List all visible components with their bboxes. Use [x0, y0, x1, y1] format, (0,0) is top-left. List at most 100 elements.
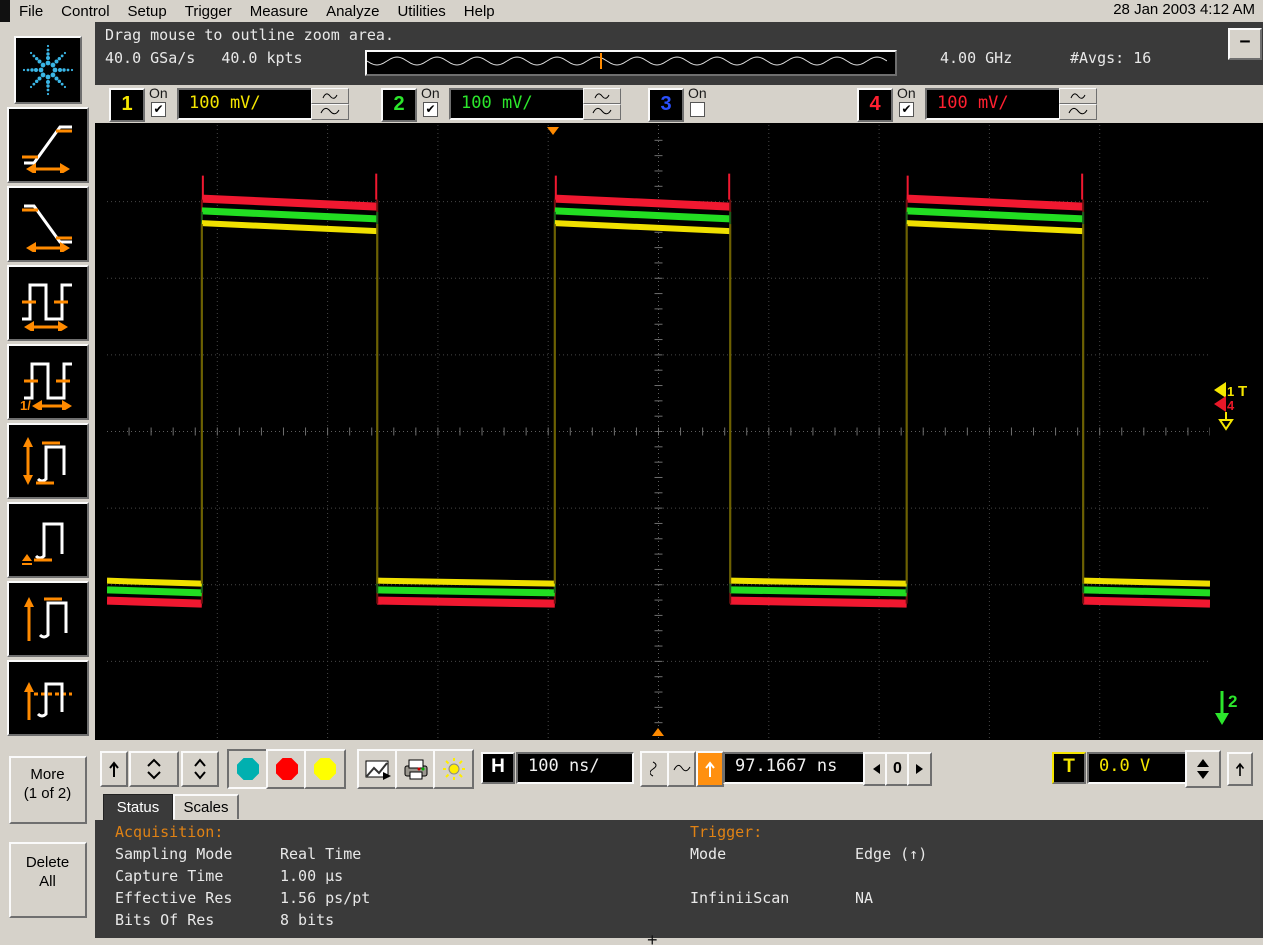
menu-setup[interactable]: Setup [119, 3, 176, 20]
sine-small-icon [1070, 91, 1086, 101]
more-button-line1: More [11, 766, 85, 785]
scale-spinner-large[interactable] [129, 751, 179, 787]
acq-row-label: Sampling Mode [115, 845, 280, 867]
channel-4-button[interactable]: 4 [857, 88, 893, 122]
status-bar: Drag mouse to outline zoom area. 40.0 GS… [95, 22, 1263, 85]
marker-up-button[interactable] [100, 751, 128, 787]
menu-file[interactable]: File [10, 3, 52, 20]
tab-status[interactable]: Status [103, 794, 173, 821]
channel-3-on-label: On [688, 85, 707, 101]
channel-2-button[interactable]: 2 [381, 88, 417, 122]
horizontal-menu-button[interactable]: H [481, 752, 515, 784]
sine-small-icon [322, 91, 338, 101]
trigger-level-spinner[interactable] [1185, 750, 1221, 788]
content-area: Drag mouse to outline zoom area. 40.0 GS… [95, 22, 1263, 945]
display-zone: 1 4 T 2 [95, 123, 1263, 740]
waveform-grid[interactable] [107, 125, 1210, 738]
trigger-row-label: InfiniiScan [690, 889, 855, 911]
delete-all-button[interactable]: Delete All [9, 842, 87, 918]
more-measurements-button[interactable]: More (1 of 2) [9, 756, 87, 824]
marker-color-red-button[interactable] [266, 749, 308, 789]
menu-analyze[interactable]: Analyze [317, 3, 388, 20]
v-max-icon [20, 591, 76, 647]
acq-row-label: Bits Of Res [115, 911, 280, 933]
channel-4-scale[interactable]: 100 mV/ [925, 88, 1065, 120]
channel-2-coupling-ac-button[interactable] [583, 88, 621, 104]
v-average-icon [20, 670, 76, 726]
menu-trigger[interactable]: Trigger [176, 3, 241, 20]
tab-scales[interactable]: Scales [173, 794, 239, 819]
svg-text:1/: 1/ [20, 398, 31, 410]
menu-utilities[interactable]: Utilities [388, 3, 454, 20]
minimize-button[interactable]: − [1228, 28, 1262, 60]
channel-1-coupling-ac-button[interactable] [311, 88, 349, 104]
trigger-reference-button[interactable] [696, 751, 724, 787]
measure-amplitude-button[interactable] [7, 423, 89, 499]
trigger-slope-button[interactable] [1227, 752, 1253, 786]
brightness-button[interactable] [433, 749, 474, 789]
measure-rise-time-button[interactable] [7, 107, 89, 183]
measure-vmax-button[interactable] [7, 581, 89, 657]
timebase-readout[interactable]: 100 ns/ [516, 752, 634, 784]
channel-2-offset-marker[interactable]: 2 [1213, 685, 1243, 735]
measure-vmin-button[interactable] [7, 502, 89, 578]
sine-wide-icon [1068, 107, 1088, 117]
scale-spinner-small[interactable] [181, 751, 219, 787]
period-icon [20, 275, 76, 331]
acquisition-preview-bar[interactable] [365, 50, 897, 76]
app-logo-button[interactable] [14, 36, 82, 104]
trigger-level-readout[interactable]: 0.0 V [1087, 752, 1187, 784]
trigger-row-value: Edge (↑) [855, 845, 927, 867]
menu-bar: File Control Setup Trigger Measure Analy… [0, 0, 1263, 23]
trigger-level-marker[interactable]: 1 4 T [1212, 378, 1256, 434]
horizontal-sine-button[interactable] [667, 751, 696, 787]
measure-fall-time-button[interactable] [7, 186, 89, 262]
channel-2-on-checkbox[interactable] [423, 102, 438, 117]
channel-1-coupling-dc-button[interactable] [311, 104, 349, 120]
menu-help[interactable]: Help [455, 3, 504, 20]
svg-text:1: 1 [1227, 384, 1234, 399]
channel-3-button[interactable]: 3 [648, 88, 684, 122]
pan-right-button[interactable] [907, 752, 932, 786]
v-min-icon [20, 512, 76, 568]
acq-row-value: 1.56 ps/pt [280, 889, 370, 911]
triangle-right-icon [915, 763, 925, 775]
sine-wide-icon [673, 764, 691, 774]
bottom-tabs: Status Scales [95, 792, 1263, 820]
sine-wide-icon [592, 107, 612, 117]
print-button[interactable] [395, 749, 436, 789]
channel-2-scale[interactable]: 100 mV/ [449, 88, 589, 120]
channel-1-scale[interactable]: 100 mV/ [177, 88, 317, 120]
status-message: Drag mouse to outline zoom area. [105, 26, 394, 44]
channel-4-coupling-dc-button[interactable] [1059, 104, 1097, 120]
trigger-menu-button[interactable]: T [1052, 752, 1086, 784]
measure-vaverage-button[interactable] [7, 660, 89, 736]
amplitude-icon [20, 433, 76, 489]
trigger-row-label: Mode [690, 845, 855, 867]
trigger-row-value: NA [855, 889, 873, 911]
channel-1-button[interactable]: 1 [109, 88, 145, 122]
export-image-button[interactable] [357, 749, 398, 789]
channel-1-on-checkbox[interactable] [151, 102, 166, 117]
red-octagon-icon [276, 758, 298, 780]
sine-wide-icon [320, 107, 340, 117]
channel-2-coupling-dc-button[interactable] [583, 104, 621, 120]
triangle-left-icon [871, 763, 881, 775]
timebase-vernier-button[interactable] [640, 751, 669, 787]
up-arrow-icon [1235, 761, 1245, 777]
chevron-up-icon [145, 757, 163, 769]
channel-3-on-checkbox[interactable] [690, 102, 705, 117]
rise-time-icon [20, 117, 76, 173]
menu-measure[interactable]: Measure [241, 3, 317, 20]
menu-control[interactable]: Control [52, 3, 118, 20]
measure-period-button[interactable] [7, 265, 89, 341]
channel-4-coupling-ac-button[interactable] [1059, 88, 1097, 104]
status-info-panel: Acquisition: Sampling ModeReal Time Capt… [95, 820, 1263, 938]
channel-4-on-checkbox[interactable] [899, 102, 914, 117]
measure-frequency-button[interactable]: 1/ [7, 344, 89, 420]
marker-color-yellow-button[interactable] [304, 749, 346, 789]
marker-color-cyan-button[interactable] [227, 749, 269, 789]
acquisition-title: Acquisition: [115, 823, 370, 845]
export-image-icon [365, 758, 391, 780]
starburst-icon [20, 42, 76, 98]
